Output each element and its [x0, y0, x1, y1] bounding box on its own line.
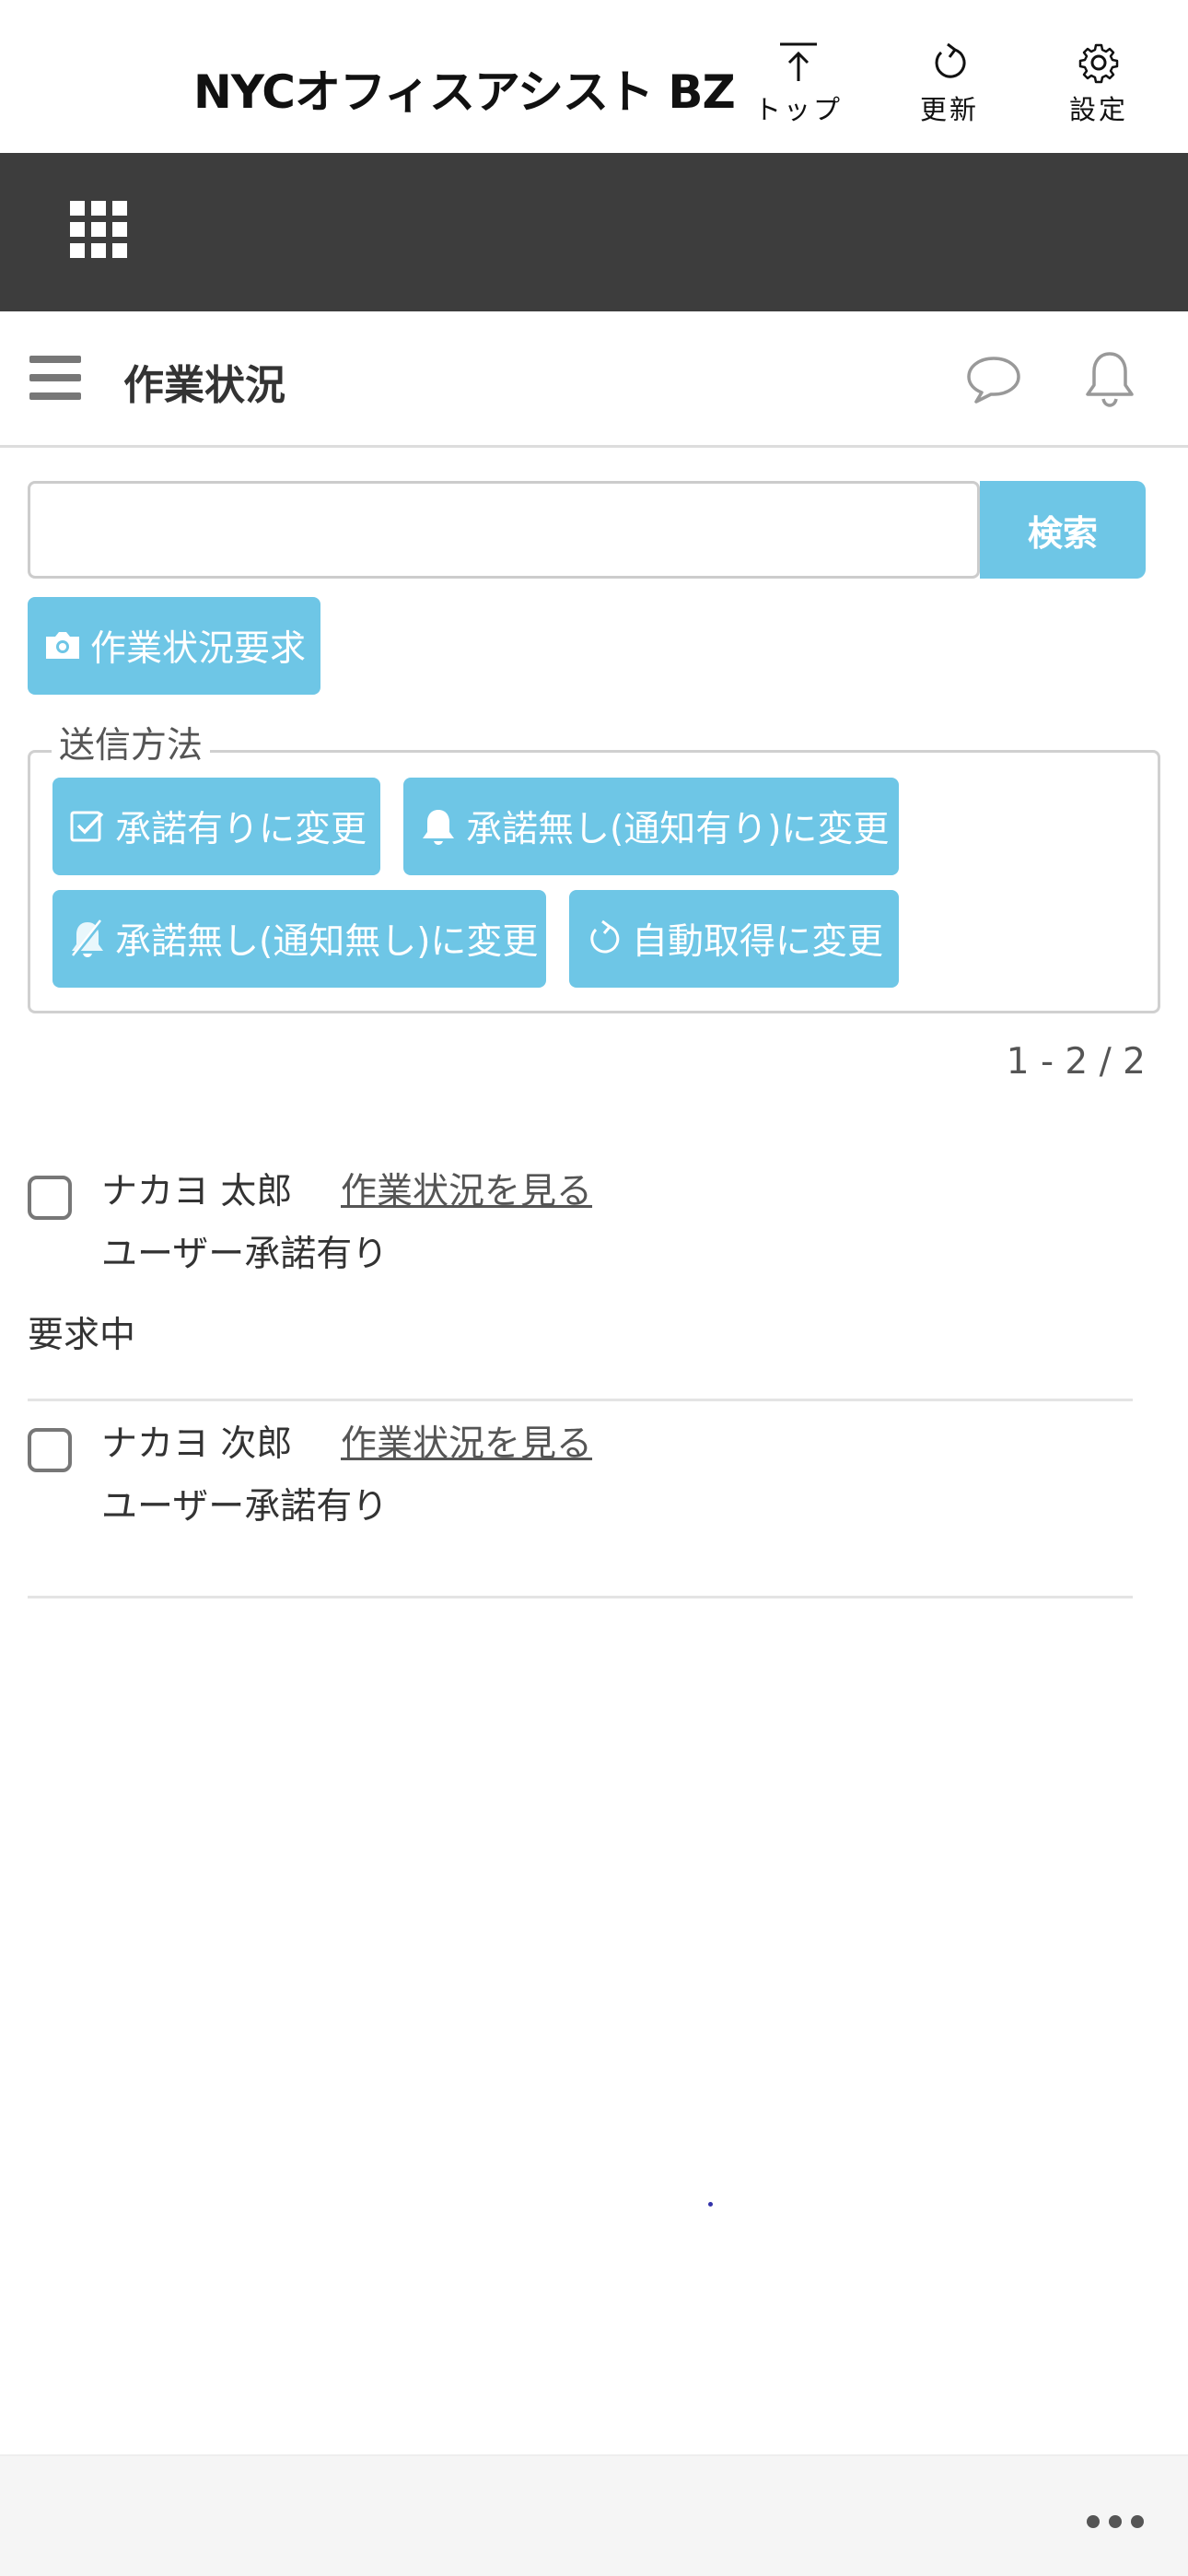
user-checkbox[interactable] — [28, 1176, 72, 1220]
change-to-approval-required-label: 承諾有りに変更 — [115, 809, 367, 850]
checkbox-icon — [70, 811, 104, 842]
change-to-auto-acquire-button[interactable]: 自動取得に変更 — [569, 890, 899, 988]
change-to-no-approval-notify-button[interactable]: 承諾無し(通知有り)に変更 — [403, 778, 899, 875]
settings-button[interactable]: 設定 — [1039, 41, 1159, 133]
request-state: 要求中 — [28, 1315, 136, 1356]
request-work-status-label: 作業状況要求 — [90, 628, 307, 670]
bell-icon[interactable] — [1083, 348, 1136, 409]
change-to-approval-required-button[interactable]: 承諾有りに変更 — [52, 778, 380, 875]
gear-icon — [1078, 43, 1119, 84]
top-button-label: トップ — [753, 94, 843, 125]
app-title: NYCオフィスアシスト BZ — [193, 65, 736, 119]
refresh-button[interactable]: 更新 — [890, 41, 1009, 133]
chat-bubble-icon[interactable] — [965, 354, 1022, 405]
user-name: ナカヨ 太郎 — [101, 1171, 293, 1212]
app-launcher-grid-icon[interactable] — [70, 201, 127, 262]
bell-off-icon — [71, 919, 104, 959]
refresh-button-label: 更新 — [919, 94, 979, 125]
pagination-count: 1 - 2 / 2 — [1006, 1041, 1146, 1083]
loading-indicator — [708, 2202, 713, 2207]
camera-icon — [46, 632, 79, 659]
row-divider — [28, 1399, 1133, 1401]
navigation-bar — [0, 153, 1188, 311]
user-name: ナカヨ 次郎 — [101, 1423, 293, 1465]
change-to-no-approval-notify-label: 承諾無し(通知有り)に変更 — [466, 809, 890, 850]
user-checkbox[interactable] — [28, 1428, 72, 1472]
user-approval-status: ユーザー承諾有り — [101, 1486, 389, 1528]
request-work-status-button[interactable]: 作業状況要求 — [28, 597, 320, 695]
top-button[interactable]: トップ — [739, 41, 858, 133]
more-options-icon[interactable] — [1087, 2515, 1144, 2528]
view-work-status-link[interactable]: 作業状況を見る — [341, 1163, 592, 1214]
arrow-up-to-top-icon — [780, 42, 817, 81]
app-header: NYCオフィスアシスト BZ トップ 更新 設定 — [0, 0, 1188, 153]
page-title: 作業状況 — [123, 362, 285, 409]
bell-icon — [423, 810, 454, 845]
hamburger-menu-icon[interactable] — [29, 356, 81, 400]
change-to-no-approval-silent-button[interactable]: 承諾無し(通知無し)に変更 — [52, 890, 546, 988]
refresh-icon — [590, 919, 620, 954]
page-header: 作業状況 — [0, 311, 1188, 448]
view-work-status-link[interactable]: 作業状況を見る — [341, 1415, 592, 1467]
change-to-no-approval-silent-label: 承諾無し(通知無し)に変更 — [115, 921, 539, 963]
user-approval-status: ユーザー承諾有り — [101, 1234, 389, 1275]
settings-button-label: 設定 — [1068, 94, 1128, 125]
search-input[interactable] — [28, 481, 980, 579]
bottom-toolbar — [0, 2454, 1188, 2576]
search-button[interactable]: 検索 — [980, 481, 1146, 579]
change-to-auto-acquire-label: 自動取得に変更 — [632, 921, 884, 963]
refresh-icon — [935, 42, 966, 78]
row-divider — [28, 1596, 1133, 1598]
send-method-legend: 送信方法 — [52, 717, 211, 768]
